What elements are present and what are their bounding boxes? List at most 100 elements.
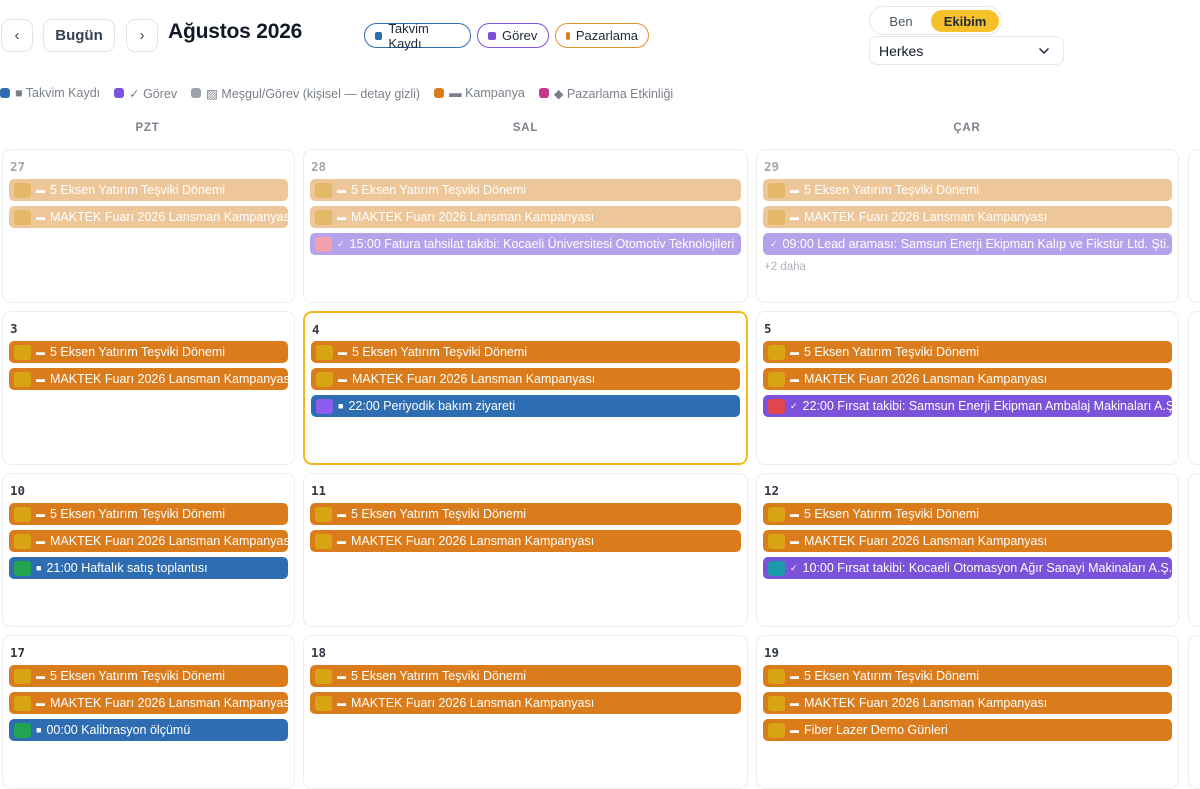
campaign-event[interactable]: ▬ 5 Eksen Yatırım Teşviki Dönemi [310, 179, 741, 201]
calendar-marker-icon: ■ [338, 401, 344, 411]
day-cell[interactable]: 29 ▬ 5 Eksen Yatırım Teşviki Dönemi ▬ MAKTEK… [756, 149, 1179, 303]
next-month-button[interactable]: › [126, 19, 158, 52]
campaign-event[interactable]: ▬ Fiber Lazer Demo Günleri [763, 719, 1172, 741]
campaign-event[interactable]: ▬ MAKTEK Fuarı 2026 Lansman Kampanyası [763, 368, 1172, 390]
filter-chip-label: Pazarlama [575, 28, 638, 43]
filter-chip-task[interactable]: Görev [477, 23, 549, 48]
legend-item: ■ Takvim Kaydı [0, 86, 100, 100]
campaign-event[interactable]: ▬ MAKTEK Fuarı 2026 Lansman Kampanyası [763, 530, 1172, 552]
day-number: 12 [764, 483, 780, 498]
filter-chip-marketing[interactable]: Pazarlama [555, 23, 649, 48]
campaign-marker-icon: ▬ [337, 185, 346, 195]
campaign-event[interactable]: ▬ MAKTEK Fuarı 2026 Lansman Kampanyası [310, 530, 741, 552]
day-cell[interactable]: 18 ▬ 5 Eksen Yatırım Teşviki Dönemi ▬ MAKTEK… [303, 635, 748, 789]
legend-color-dot [191, 88, 202, 98]
campaign-event[interactable]: ▬ MAKTEK Fuarı 2026 Lansman Kampanyası [763, 206, 1172, 228]
campaign-event[interactable]: ▬ 5 Eksen Yatırım Teşviki Dönemi [763, 665, 1172, 687]
today-button[interactable]: Bugün [43, 19, 115, 52]
campaign-event[interactable]: ▬ 5 Eksen Yatırım Teşviki Dönemi [763, 341, 1172, 363]
campaign-event[interactable]: ▬ MAKTEK Fuarı 2026 Lansman Kampanyası [310, 692, 741, 714]
day-cell[interactable]: 12 ▬ 5 Eksen Yatırım Teşviki Dönemi ▬ MAKTEK… [756, 473, 1179, 627]
day-number: 19 [764, 645, 780, 660]
day-cell[interactable]: 19 ▬ 5 Eksen Yatırım Teşviki Dönemi ▬ MAKTEK… [756, 635, 1179, 789]
event-title: MAKTEK Fuarı 2026 Lansman Kampanyası [351, 696, 595, 710]
scope-option-me[interactable]: Ben [874, 10, 928, 32]
campaign-marker-icon: ▬ [790, 698, 799, 708]
campaign-event[interactable]: ▬ 5 Eksen Yatırım Teşviki Dönemi [311, 341, 740, 363]
event-owner-color-icon [315, 182, 332, 198]
day-cell[interactable]: 3 ▬ 5 Eksen Yatırım Teşviki Dönemi ▬ MAKTEK … [2, 311, 295, 465]
legend-label: ▨ Meşgul/Görev (kişisel — detay gizli) [206, 86, 421, 101]
campaign-marker-icon: ▬ [790, 212, 799, 222]
event-title: MAKTEK Fuarı 2026 Lansman Kampanyası [804, 210, 1048, 224]
campaign-event[interactable]: ▬ MAKTEK Fuarı 2026 Lansman Kampanyası [310, 206, 741, 228]
event-owner-color-icon [14, 560, 31, 576]
task-event[interactable]: ✓ 09:00 Lead araması: Samsun Enerji Ekipm… [763, 233, 1172, 255]
campaign-event[interactable]: ▬ MAKTEK Fuarı 2026 Lansman Kampanyası [9, 530, 288, 552]
assignee-select[interactable]: Herkes [869, 36, 1064, 65]
calendar-marker-icon: ■ [36, 563, 42, 573]
calendar-event[interactable]: ■ 00:00 Kalibrasyon ölçümü [9, 719, 288, 741]
event-title: 5 Eksen Yatırım Teşviki Dönemi [351, 507, 527, 521]
filter-chip-calendar[interactable]: Takvim Kaydı [364, 20, 471, 51]
day-cell-today[interactable]: 4 ▬ 5 Eksen Yatırım Teşviki Dönemi ▬ MAKTEK … [303, 311, 748, 465]
day-cell[interactable]: 17 ▬ 5 Eksen Yatırım Teşviki Dönemi ▬ MAKTEK… [2, 635, 295, 789]
task-event[interactable]: ✓ 22:00 Fırsat takibi: Samsun Enerji Ekip… [763, 395, 1172, 417]
campaign-event[interactable]: ▬ 5 Eksen Yatırım Teşviki Dönemi [763, 179, 1172, 201]
campaign-event[interactable]: ▬ 5 Eksen Yatırım Teşviki Dönemi [310, 665, 741, 687]
day-cell[interactable] [1188, 311, 1200, 465]
task-event[interactable]: ✓ 10:00 Fırsat takibi: Kocaeli Otomasyon … [763, 557, 1172, 579]
campaign-event[interactable]: ▬ 5 Eksen Yatırım Teşviki Dönemi [9, 665, 288, 687]
campaign-event[interactable]: ▬ MAKTEK Fuarı 2026 Lansman Kampanyası [763, 692, 1172, 714]
event-title: MAKTEK Fuarı 2026 Lansman Kampanyası [804, 372, 1048, 386]
event-owner-color-icon [315, 209, 332, 225]
day-cell[interactable]: 5 ▬ 5 Eksen Yatırım Teşviki Dönemi ▬ MAKTEK … [756, 311, 1179, 465]
day-cell[interactable]: 11 ▬ 5 Eksen Yatırım Teşviki Dönemi ▬ MAKTEK… [303, 473, 748, 627]
day-cell[interactable]: 10 ▬ 5 Eksen Yatırım Teşviki Dönemi ▬ MAKTEK… [2, 473, 295, 627]
event-owner-color-icon [14, 722, 31, 738]
event-title: 21:00 Haftalık satış toplantısı [46, 561, 208, 575]
event-owner-color-icon [315, 668, 332, 684]
scope-option-team[interactable]: Ekibim [931, 10, 999, 32]
day-cell[interactable]: 27 ▬ 5 Eksen Yatırım Teşviki Dönemi ▬ MAKTEK… [2, 149, 295, 303]
campaign-marker-icon: ▬ [790, 536, 799, 546]
task-event[interactable]: ✓ 15:00 Fatura tahsilat takibi: Kocaeli Ü… [310, 233, 741, 255]
campaign-event[interactable]: ▬ 5 Eksen Yatırım Teşviki Dönemi [9, 179, 288, 201]
campaign-event[interactable]: ▬ 5 Eksen Yatırım Teşviki Dönemi [9, 341, 288, 363]
calendar-event[interactable]: ■ 21:00 Haftalık satış toplantısı [9, 557, 288, 579]
event-owner-color-icon [14, 209, 31, 225]
event-owner-color-icon [316, 398, 333, 414]
calendar-color-swatch [375, 31, 383, 40]
campaign-marker-icon: ▬ [36, 185, 45, 195]
campaign-marker-icon: ▬ [36, 536, 45, 546]
day-cell[interactable]: 28 ▬ 5 Eksen Yatırım Teşviki Dönemi ▬ MAKTEK… [303, 149, 748, 303]
campaign-marker-icon: ▬ [790, 725, 799, 735]
event-owner-color-icon [14, 344, 31, 360]
legend-label: ◆ Pazarlama Etkinliği [553, 86, 674, 101]
day-number: 10 [10, 483, 26, 498]
campaign-event[interactable]: ▬ 5 Eksen Yatırım Teşviki Dönemi [763, 503, 1172, 525]
campaign-event[interactable]: ▬ 5 Eksen Yatırım Teşviki Dönemi [9, 503, 288, 525]
campaign-marker-icon: ▬ [790, 374, 799, 384]
campaign-event[interactable]: ▬ MAKTEK Fuarı 2026 Lansman Kampanyası [9, 692, 288, 714]
campaign-event[interactable]: ▬ MAKTEK Fuarı 2026 Lansman Kampanyası [9, 368, 288, 390]
campaign-marker-icon: ▬ [790, 347, 799, 357]
day-cell[interactable] [1188, 473, 1200, 627]
calendar-event[interactable]: ■ 22:00 Periyodik bakım ziyareti [311, 395, 740, 417]
campaign-event[interactable]: ▬ MAKTEK Fuarı 2026 Lansman Kampanyası [311, 368, 740, 390]
legend-label: ✓ Görev [129, 86, 178, 101]
event-title: 00:00 Kalibrasyon ölçümü [46, 723, 191, 737]
event-title: 5 Eksen Yatırım Teşviki Dönemi [50, 507, 226, 521]
campaign-event[interactable]: ▬ 5 Eksen Yatırım Teşviki Dönemi [310, 503, 741, 525]
event-owner-color-icon [768, 560, 785, 576]
campaign-event[interactable]: ▬ MAKTEK Fuarı 2026 Lansman Kampanyası [9, 206, 288, 228]
day-cell[interactable] [1188, 635, 1200, 789]
campaign-marker-icon: ▬ [337, 509, 346, 519]
more-events-link[interactable]: +2 daha [764, 261, 806, 273]
event-owner-color-icon [14, 182, 31, 198]
legend-item: ▨ Meşgul/Görev (kişisel — detay gizli) [191, 86, 420, 101]
filter-chip-label: Takvim Kaydı [388, 20, 429, 51]
event-title: 15:00 Fatura tahsilat takibi: Kocaeli Ün… [349, 237, 735, 251]
prev-month-button[interactable]: ‹ [1, 19, 33, 52]
day-cell[interactable] [1188, 149, 1200, 303]
